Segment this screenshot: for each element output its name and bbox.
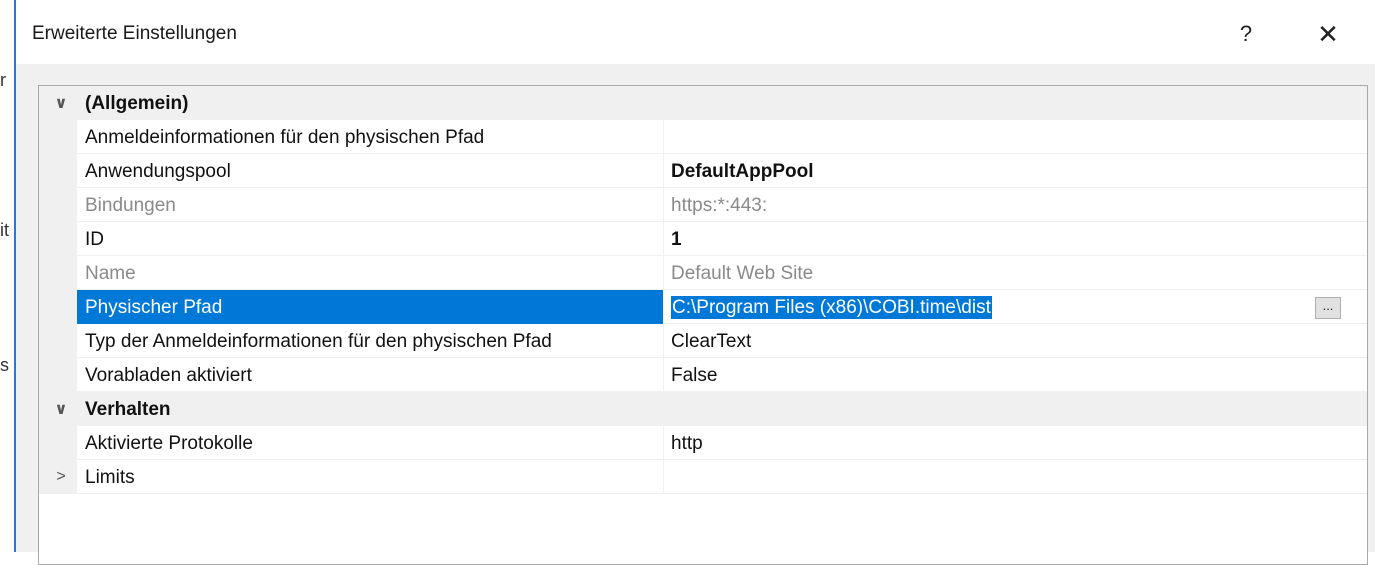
property-row-preload-enabled[interactable]: Vorabladen aktiviert False [39,358,1367,392]
property-name: Anmeldeinformationen für den physischen … [77,120,664,154]
property-name: Limits [77,460,664,494]
row-gutter [39,290,77,324]
property-row-bindings[interactable]: Bindungen https:*:443: [39,188,1367,222]
property-grid[interactable]: ∨ (Allgemein) Anmeldeinformationen für d… [38,85,1368,565]
property-row-credential-type[interactable]: Typ der Anmeldeinformationen für den phy… [39,324,1367,358]
row-gutter [39,256,77,290]
chevron-down-icon[interactable]: ∨ [49,86,73,120]
property-name: Anwendungspool [77,154,664,188]
property-row-id[interactable]: ID 1 [39,222,1367,256]
row-gutter [39,222,77,256]
chevron-down-icon[interactable]: ∨ [49,392,73,426]
property-name: Aktivierte Protokolle [77,426,664,460]
property-name: Typ der Anmeldeinformationen für den phy… [77,324,664,358]
property-row-physical-path[interactable]: Physischer Pfad C:\Program Files (x86)\C… [39,290,1367,324]
dialog-title: Erweiterte Einstellungen [32,23,237,44]
row-gutter [39,120,77,154]
property-value[interactable]: http [664,426,1367,460]
background-text-fragment: s [0,355,9,375]
row-gutter [39,154,77,188]
property-value[interactable] [664,460,1367,494]
property-value[interactable] [664,120,1367,154]
category-row-general[interactable]: ∨ (Allgemein) [39,86,1367,120]
background-window-strip: r it s [0,0,14,552]
property-value[interactable]: https:*:443: [664,188,1367,222]
advanced-settings-dialog: Erweiterte Einstellungen ? ✕ ∨ (Allgemei… [14,0,1375,565]
property-row-credentials[interactable]: Anmeldeinformationen für den physischen … [39,120,1367,154]
property-row-limits[interactable]: > Limits [39,460,1367,494]
background-text-fragment: it [0,220,9,240]
property-name: ID [77,222,664,256]
property-value[interactable]: 1 [664,222,1367,256]
category-label: (Allgemein) [85,93,189,114]
row-gutter [39,188,77,222]
property-name: Bindungen [77,188,664,222]
property-value[interactable]: False [664,358,1367,392]
close-button[interactable]: ✕ [1308,18,1348,50]
help-button[interactable]: ? [1226,18,1266,50]
title-bar[interactable]: Erweiterte Einstellungen ? ✕ [16,0,1375,64]
property-name: Name [77,256,664,290]
property-name: Physischer Pfad [77,290,664,324]
property-row-application-pool[interactable]: Anwendungspool DefaultAppPool [39,154,1367,188]
property-value[interactable]: Default Web Site [664,256,1367,290]
browse-button[interactable]: ... [1315,297,1341,319]
property-value[interactable]: DefaultAppPool [664,154,1367,188]
background-text-fragment: r [0,70,6,90]
row-gutter [39,426,77,460]
category-label: Verhalten [85,399,171,420]
property-row-enabled-protocols[interactable]: Aktivierte Protokolle http [39,426,1367,460]
chevron-right-icon[interactable]: > [49,460,73,494]
category-row-behavior[interactable]: ∨ Verhalten [39,392,1367,426]
row-gutter [39,324,77,358]
selected-path-text[interactable]: C:\Program Files (x86)\COBI.time\dist [671,296,992,319]
property-name: Vorabladen aktiviert [77,358,664,392]
property-value[interactable]: ClearText [664,324,1367,358]
property-value-editor[interactable]: C:\Program Files (x86)\COBI.time\dist [664,290,1367,324]
row-gutter [39,358,77,392]
property-row-name[interactable]: Name Default Web Site [39,256,1367,290]
